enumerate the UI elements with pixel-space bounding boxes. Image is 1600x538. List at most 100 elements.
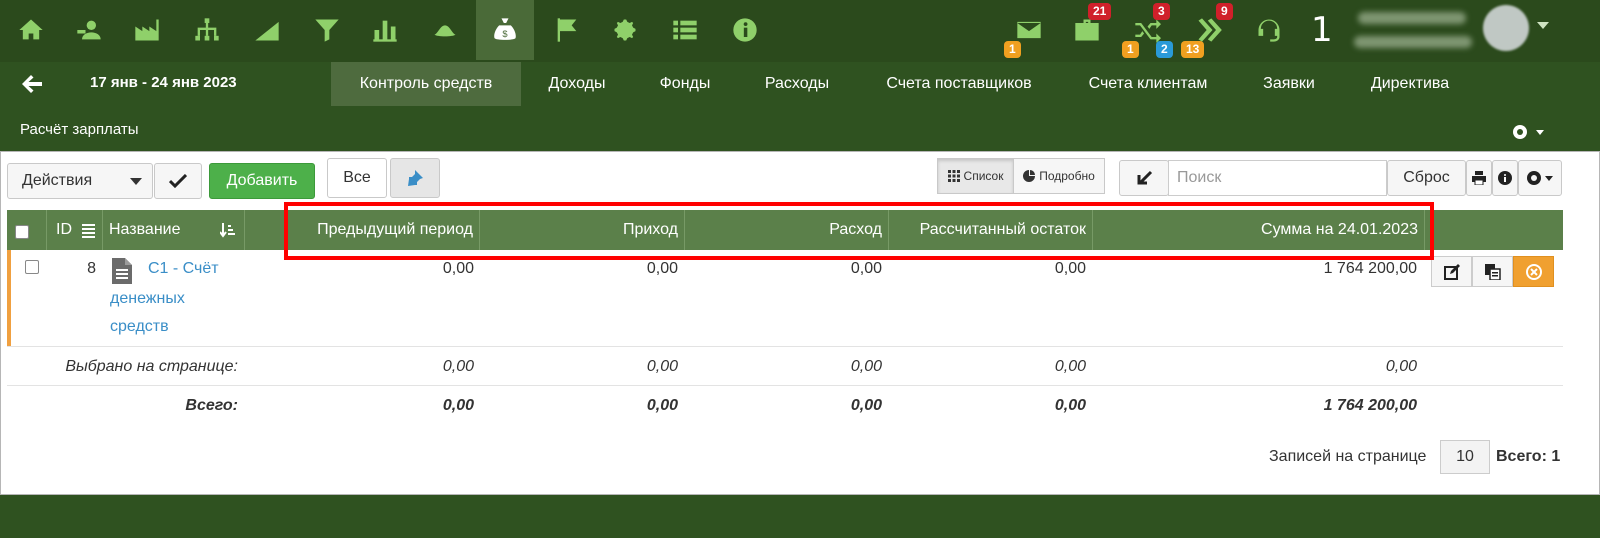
- per-page-label: Записей на странице: [1269, 448, 1427, 465]
- list-icon[interactable]: [656, 0, 714, 60]
- actions-dropdown[interactable]: Действия: [7, 163, 153, 199]
- mail-badge: 1: [1004, 41, 1021, 58]
- add-button[interactable]: Добавить: [209, 163, 315, 199]
- tab-all[interactable]: Все: [327, 158, 387, 198]
- actions-label: Действия: [22, 172, 93, 189]
- table-settings-button[interactable]: [1518, 160, 1562, 196]
- total-previous-period: 0,00: [442, 397, 474, 414]
- search-placeholder: Поиск: [1177, 169, 1222, 186]
- edit-button[interactable]: [1431, 256, 1472, 287]
- tab-requests[interactable]: Заявки: [1246, 62, 1332, 106]
- tab-supplier-invoices[interactable]: Счета поставщиков: [866, 62, 1052, 106]
- view-detail-toggle[interactable]: Подробно: [1013, 158, 1105, 194]
- row-checkbox[interactable]: [25, 260, 39, 274]
- confirm-button[interactable]: [154, 163, 202, 199]
- tab-pinned[interactable]: [390, 158, 440, 198]
- edit-icon: [1443, 263, 1460, 280]
- select-all-cell: [7, 210, 47, 250]
- row-name-link-line3[interactable]: средств: [110, 318, 169, 336]
- copy-button[interactable]: [1472, 256, 1513, 287]
- avatar[interactable]: [1483, 5, 1529, 51]
- info-icon[interactable]: [716, 0, 774, 60]
- header-calculated-balance[interactable]: Рассчитанный остаток: [889, 210, 1093, 250]
- page-title: Расчёт зарплаты: [20, 121, 139, 138]
- tab-income[interactable]: Доходы: [530, 62, 624, 106]
- section-settings-icon[interactable]: [1510, 122, 1546, 142]
- selected-income: 0,00: [646, 358, 678, 375]
- total-calculated-balance: 0,00: [1054, 397, 1086, 414]
- row-highlight-bar: [7, 250, 11, 346]
- selected-expense: 0,00: [850, 358, 882, 375]
- money-bag-icon[interactable]: $: [476, 0, 534, 60]
- row-income: 0,00: [646, 260, 678, 277]
- sort-ascending-icon: [220, 223, 235, 238]
- row-divider: [7, 385, 1563, 386]
- header-actions: [1425, 210, 1563, 250]
- row-id: 8: [87, 260, 96, 277]
- growth-chart-icon[interactable]: [238, 0, 296, 60]
- user-menu-caret-icon[interactable]: [1537, 22, 1549, 29]
- header-previous-period[interactable]: Предыдущий период: [245, 210, 480, 250]
- header-income[interactable]: Приход: [480, 210, 685, 250]
- total-sum-on-date: 1 764 200,00: [1323, 397, 1417, 414]
- header-id[interactable]: ID: [47, 210, 103, 250]
- total-income: 0,00: [646, 397, 678, 414]
- hat-icon[interactable]: [416, 0, 474, 60]
- tab-client-invoices[interactable]: Счета клиентам: [1070, 62, 1226, 106]
- row-sum-on-date: 1 764 200,00: [1323, 260, 1417, 277]
- arrow-down-left-icon: [1137, 170, 1153, 185]
- per-page-value: 10: [1456, 448, 1474, 465]
- back-arrow-icon[interactable]: [20, 72, 44, 96]
- tab-directive[interactable]: Директива: [1352, 62, 1468, 106]
- header-expense[interactable]: Расход: [685, 210, 889, 250]
- total-expense: 0,00: [850, 397, 882, 414]
- tab-funds-control[interactable]: Контроль средств: [331, 62, 521, 106]
- flag-icon[interactable]: [538, 0, 596, 60]
- gear-icon[interactable]: [596, 0, 654, 60]
- print-button[interactable]: [1466, 160, 1492, 196]
- row-name-link-line2[interactable]: денежных: [110, 290, 185, 308]
- header-sum-on-date[interactable]: Сумма на 24.01.2023: [1093, 210, 1425, 250]
- headset-icon[interactable]: [1240, 0, 1298, 60]
- all-label: Все: [343, 169, 371, 186]
- select-all-checkbox[interactable]: [15, 225, 29, 239]
- pie-chart-icon: [1023, 170, 1036, 182]
- grid-icon: [947, 170, 960, 182]
- per-page-select[interactable]: 10: [1440, 440, 1490, 474]
- selected-sum-on-date: 0,00: [1385, 358, 1417, 375]
- info-circle-icon: [1498, 171, 1512, 185]
- reset-label: Сброс: [1403, 169, 1450, 186]
- filter-icon[interactable]: [298, 0, 356, 60]
- search-input[interactable]: Поиск: [1168, 160, 1387, 196]
- delete-button[interactable]: [1513, 256, 1554, 287]
- pin-icon: [408, 170, 423, 186]
- tab-expenses[interactable]: Расходы: [746, 62, 848, 106]
- selected-calculated-balance: 0,00: [1054, 358, 1086, 375]
- view-detail-label: Подробно: [1039, 169, 1095, 183]
- home-icon[interactable]: [2, 0, 60, 60]
- user-info[interactable]: [1350, 6, 1480, 56]
- row-name-link-line1[interactable]: C1 - Счёт: [148, 260, 219, 278]
- info-button[interactable]: [1492, 160, 1518, 196]
- printer-icon: [1472, 171, 1486, 185]
- chevron-down-icon: [130, 178, 142, 185]
- total-label: Всего:: [185, 397, 238, 414]
- view-list-toggle[interactable]: Список: [937, 158, 1014, 194]
- selected-label: Выбрано на странице:: [65, 358, 238, 375]
- factory-icon[interactable]: [118, 0, 176, 60]
- org-structure-icon[interactable]: [178, 0, 236, 60]
- date-range[interactable]: 17 янв - 24 янв 2023: [90, 74, 237, 91]
- sort-lines-icon: [82, 224, 95, 238]
- bottom-strip: [0, 495, 1600, 538]
- close-circle-icon: [1525, 263, 1542, 280]
- header-name[interactable]: Название: [103, 210, 245, 250]
- shuffle-badge-top: 3: [1153, 3, 1170, 20]
- shuffle-badge-orange: 1: [1122, 41, 1139, 58]
- contacts-icon[interactable]: [60, 0, 118, 60]
- collapse-button[interactable]: [1119, 160, 1169, 196]
- header-id-label: ID: [56, 221, 72, 238]
- reset-button[interactable]: Сброс: [1387, 160, 1466, 196]
- top-icon-bar: $ 1 21 3 1 2 9 13 1: [0, 0, 1600, 62]
- bar-chart-icon[interactable]: [356, 0, 414, 60]
- tab-funds[interactable]: Фонды: [640, 62, 730, 106]
